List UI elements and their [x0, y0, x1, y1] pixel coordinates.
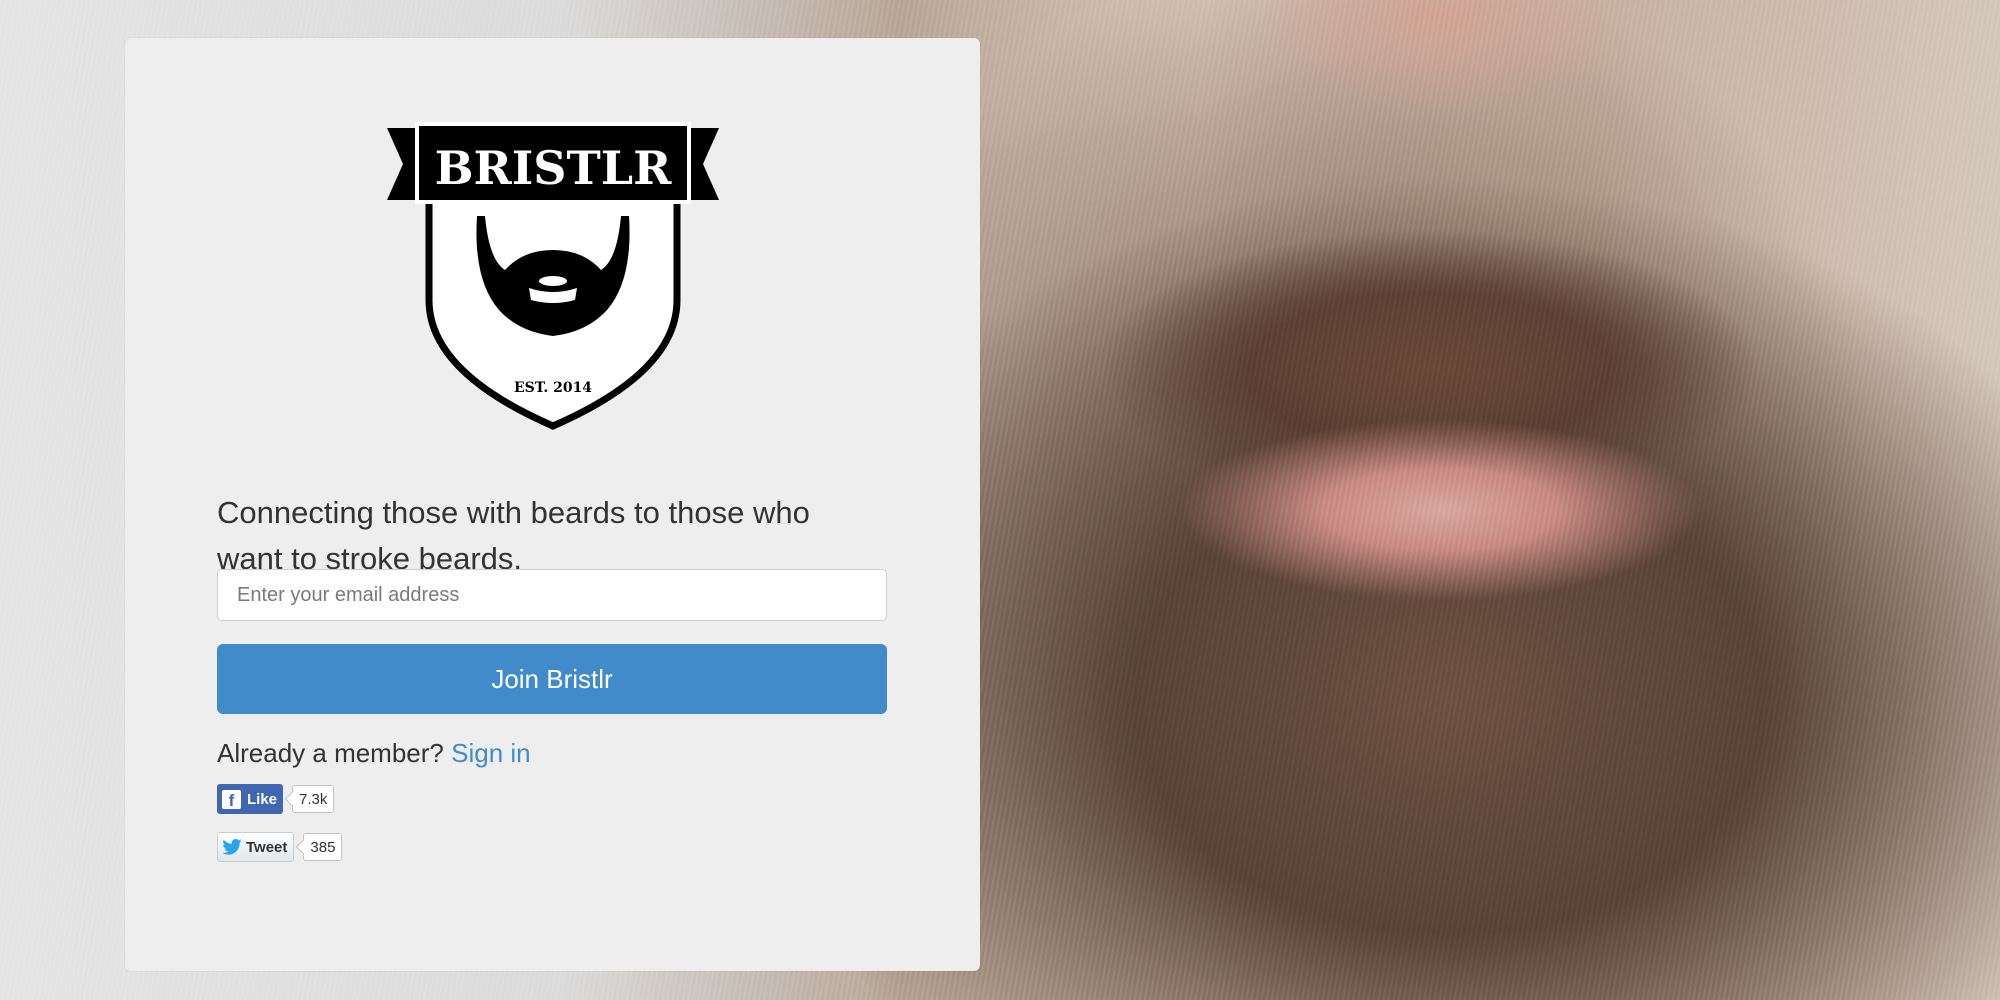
facebook-like-count: 7.3k — [292, 785, 335, 813]
sign-in-link[interactable]: Sign in — [451, 738, 531, 768]
twitter-tweet-widget: Tweet 385 — [217, 832, 343, 862]
tweet-label: Tweet — [246, 838, 288, 856]
signup-card: BRISTLR EST. 2014 Connecting those with … — [125, 38, 980, 971]
facebook-icon: f — [222, 789, 241, 809]
member-prompt: Already a member? Sign in — [217, 738, 531, 769]
twitter-bird-icon — [222, 839, 242, 855]
email-input[interactable] — [217, 569, 887, 621]
facebook-like-widget: f Like 7.3k — [217, 784, 335, 814]
bristlr-logo: BRISTLR EST. 2014 — [387, 122, 719, 430]
join-button[interactable]: Join Bristlr — [217, 644, 887, 714]
logo-brand-text: BRISTLR — [435, 141, 672, 195]
facebook-like-button[interactable]: f Like — [217, 784, 284, 814]
logo-established-text: EST. 2014 — [514, 380, 592, 396]
facebook-like-label: Like — [247, 790, 278, 808]
tweet-button[interactable]: Tweet — [217, 832, 295, 862]
member-prompt-text: Already a member? — [217, 738, 444, 768]
tweet-count: 385 — [303, 833, 343, 861]
